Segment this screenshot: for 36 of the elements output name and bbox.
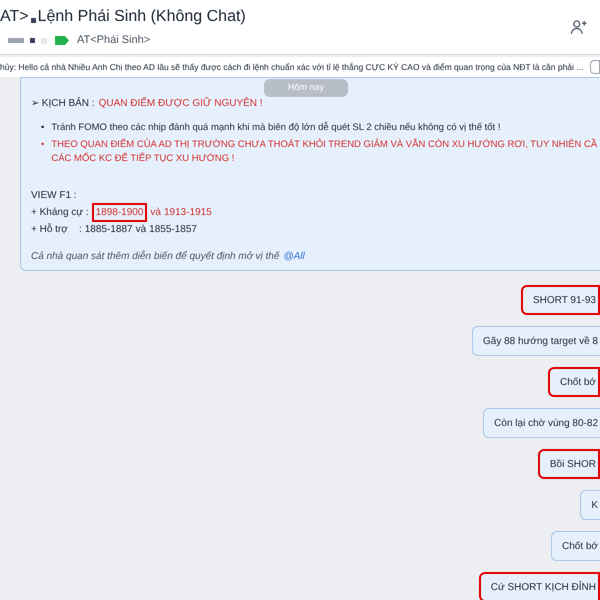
level-value: 1885-1887 bbox=[84, 223, 133, 237]
message-bubble: Bồi SHOR bbox=[538, 449, 600, 479]
level-label: + Kháng cự : bbox=[31, 206, 89, 220]
scenario-value: QUAN ĐIỂM ĐƯỢC GIỮ NGUYÊN ! bbox=[98, 96, 263, 111]
message-bubble: Cứ SHORT KỊCH ĐỈNH bbox=[478, 572, 600, 600]
pinned-message-bar[interactable]: hủy: Hello cả nhà Nhiều Anh Chị theo AD lâu sẽ thấy được cách đi lệnh chuẩn xác với tỉ lệ thắng CỰC KỲ CAO và điểm quan trọng của NĐT là cần phải ... bbox=[0, 57, 600, 77]
chat-title: Lệnh Phái Sinh (Không Chat) bbox=[38, 7, 246, 28]
footer-note: Cả nhà quan sát thêm diễn biến để quyết định mở vị thế bbox=[31, 249, 280, 264]
message-bubble: Chốt bớ bbox=[548, 367, 600, 397]
mention-link[interactable]: @All bbox=[283, 249, 305, 264]
bullet-item: THEO QUAN ĐIỂM CỦA AD THỊ TRƯỜNG CHƯA THOÁT KHỎI TREND GIẢM VÀ VẪN CÒN XU HƯỚNG RƠI, TUY NHIÊN CẦ CÁC MỐC KC ĐỂ TIẾP TỤC XU HƯỚNG ! bbox=[51, 138, 598, 166]
view-title: VIEW F1 : bbox=[31, 189, 78, 203]
level-value: 1855-1857 bbox=[149, 223, 197, 237]
bullet-item: Tránh FOMO theo các nhịp đánh quá mạnh khi mà biên độ lớn dễ quét SL 2 chiều nếu không có vị thế tốt ! bbox=[51, 121, 500, 135]
group-tag: AT<Phái Sinh> bbox=[77, 32, 150, 49]
title-prefix: AT> bbox=[0, 7, 29, 28]
pinned-message-text: hủy: Hello cả nhà Nhiều Anh Chị theo AD lâu sẽ thấy được cách đi lệnh chuẩn xác với tỉ lệ thắng CỰC KỲ CAO và điểm quan trọng của NĐT là cần phải ... bbox=[0, 60, 584, 74]
level-value: 1913-1915 bbox=[164, 206, 212, 220]
scenario-label: ➢ KỊCH BẢN : bbox=[31, 96, 95, 111]
message-bubble: K bbox=[580, 490, 600, 520]
message-bubble: SHORT 91-93 bbox=[521, 285, 600, 315]
message-bubble: Còn lại chờ vùng 80-82 bbox=[483, 408, 600, 438]
redacted-blur bbox=[30, 18, 36, 23]
bullet-marker: • bbox=[41, 121, 44, 135]
date-divider: Hôm nay bbox=[264, 79, 348, 96]
level-joiner: và bbox=[150, 206, 161, 220]
redacted-blur bbox=[8, 38, 47, 44]
bullet-marker: • bbox=[41, 138, 44, 152]
tag-icon bbox=[55, 36, 69, 45]
message-bubble: Chốt bớ bbox=[550, 531, 600, 561]
level-joiner: và bbox=[136, 223, 146, 237]
level-label: + Hỗ trợ : bbox=[31, 222, 82, 237]
message-bubble: Gãy 88 hướng target về 8 bbox=[472, 326, 600, 356]
pinned-toggle-button[interactable] bbox=[590, 60, 600, 74]
level-value: 1898-1900 bbox=[92, 203, 148, 222]
add-member-icon[interactable] bbox=[570, 18, 588, 36]
